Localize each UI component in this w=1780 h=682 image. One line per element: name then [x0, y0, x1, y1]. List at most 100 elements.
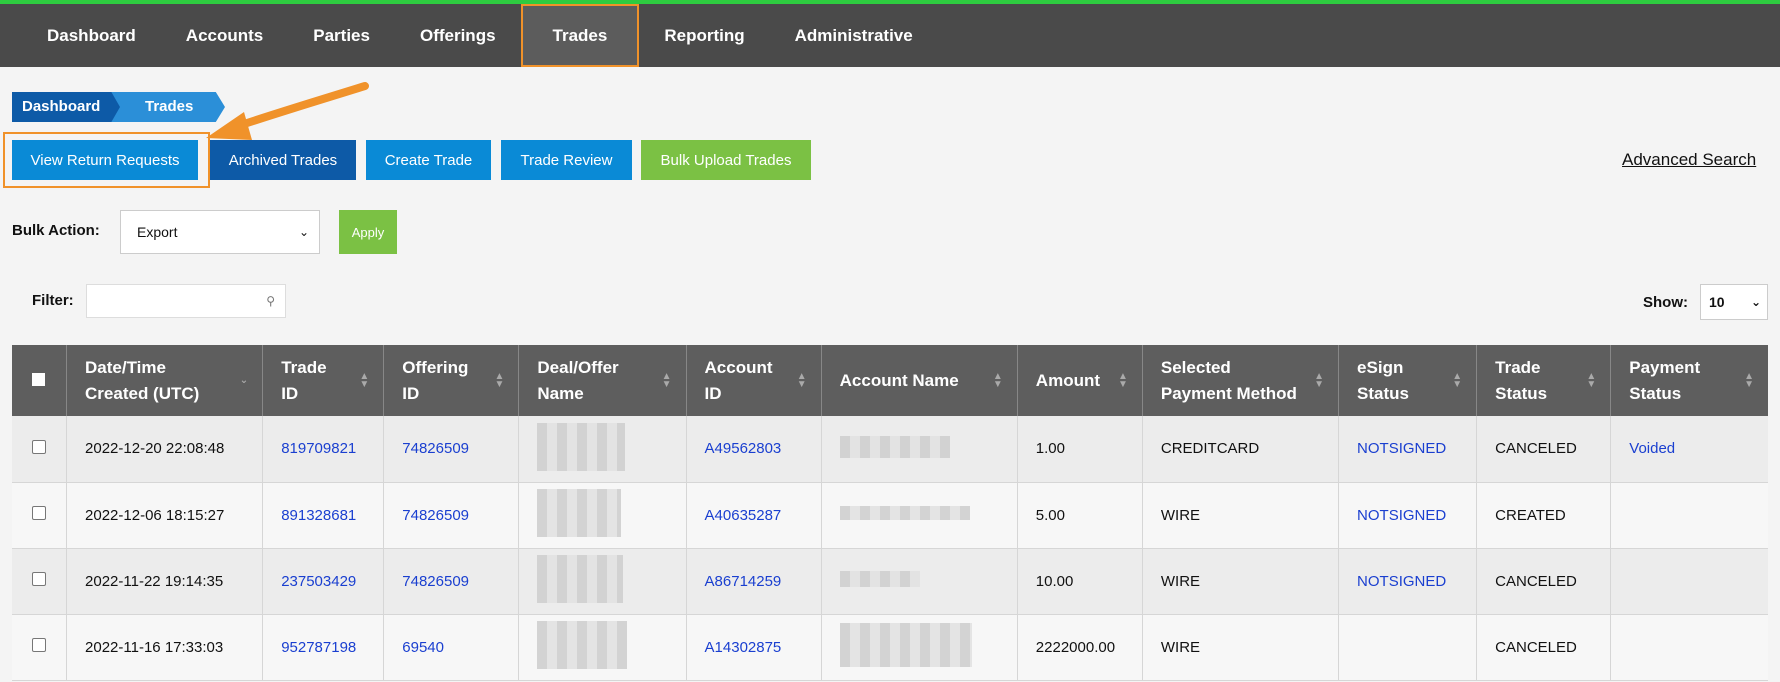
sort-icon: ▲ ▼ — [494, 370, 505, 390]
archived-trades-button[interactable]: Archived Trades — [210, 140, 356, 180]
cell-payment-status[interactable] — [1610, 482, 1768, 549]
cell-account-id[interactable]: A40635287 — [686, 482, 822, 549]
filter-label: Filter: — [32, 292, 74, 309]
header-date-created[interactable]: Date/Time Created (UTC) ⌄ — [66, 345, 264, 416]
create-trade-button[interactable]: Create Trade — [366, 140, 491, 180]
bulk-action-selected: Export — [137, 224, 178, 240]
table-row[interactable]: 2022-12-06 18:15:27 891328681 74826509 A… — [12, 482, 1768, 549]
header-payment-status[interactable]: Payment Status ▲ ▼ — [1610, 345, 1768, 416]
payment-status-link[interactable]: Voided — [1629, 440, 1675, 457]
account-id-link[interactable]: A14302875 — [705, 639, 782, 656]
cell-payment-status[interactable] — [1610, 548, 1768, 615]
cell-account-id[interactable]: A49562803 — [686, 416, 822, 483]
cell-esign[interactable]: NOTSIGNED — [1338, 548, 1478, 615]
bulk-action-label: Bulk Action: — [12, 222, 100, 239]
advanced-search-link[interactable]: Advanced Search — [1622, 150, 1756, 170]
sort-icon: ▲ ▼ — [1744, 370, 1754, 390]
header-payment-method[interactable]: Selected Payment Method ▲ ▼ — [1142, 345, 1340, 416]
table-row[interactable]: 2022-11-16 17:33:03 952787198 69540 A143… — [12, 614, 1768, 681]
nav-administrative[interactable]: Administrative — [770, 4, 938, 67]
cell-offering-id[interactable]: 74826509 — [383, 416, 520, 483]
esign-status-link[interactable]: NOTSIGNED — [1357, 440, 1446, 457]
table-header-row: Date/Time Created (UTC) ⌄ Trade ID ▲ ▼ Offeri… — [12, 345, 1768, 416]
row-checkbox[interactable] — [32, 439, 46, 454]
nav-accounts[interactable]: Accounts — [161, 4, 288, 67]
offering-id-link[interactable]: 74826509 — [402, 440, 469, 457]
offering-id-link[interactable]: 69540 — [402, 639, 444, 656]
cell-offering-id[interactable]: 74826509 — [383, 548, 520, 615]
row-select[interactable] — [12, 548, 68, 615]
cell-payment-status[interactable]: Voided — [1610, 416, 1768, 483]
trade-id-link[interactable]: 891328681 — [281, 507, 356, 524]
show-label: Show: — [1643, 294, 1688, 311]
breadcrumb-dashboard[interactable]: Dashboard — [12, 92, 120, 122]
cell-payment-method: WIRE — [1142, 482, 1340, 549]
trade-id-link[interactable]: 952787198 — [281, 639, 356, 656]
offering-id-link[interactable]: 74826509 — [402, 573, 469, 590]
redacted-block — [839, 623, 972, 667]
header-deal-offer-name[interactable]: Deal/Offer Name ▲ ▼ — [518, 345, 687, 416]
cell-trade-id[interactable]: 237503429 — [262, 548, 385, 615]
nav-trades[interactable]: Trades — [520, 4, 640, 67]
row-checkbox[interactable] — [32, 638, 46, 652]
trade-id-link[interactable]: 237503429 — [281, 573, 356, 590]
cell-esign[interactable]: NOTSIGNED — [1338, 416, 1478, 483]
row-checkbox[interactable] — [32, 572, 46, 586]
header-trade-status[interactable]: Trade Status ▲ ▼ — [1476, 345, 1612, 416]
row-select[interactable] — [12, 416, 68, 483]
header-trade-id[interactable]: Trade ID ▲ ▼ — [262, 345, 385, 416]
offering-id-link[interactable]: 74826509 — [402, 507, 469, 524]
esign-status-link[interactable]: NOTSIGNED — [1357, 507, 1446, 524]
cell-account-name — [821, 548, 1018, 615]
redacted-block — [537, 555, 624, 603]
cell-amount: 5.00 — [1017, 482, 1143, 549]
account-id-link[interactable]: A40635287 — [705, 507, 782, 524]
table-row[interactable]: 2022-11-22 19:14:35 237503429 74826509 A… — [12, 548, 1768, 615]
account-id-link[interactable]: A49562803 — [705, 440, 782, 457]
header-esign-status[interactable]: eSign Status ▲ ▼ — [1338, 345, 1478, 416]
show-select[interactable]: 10 ⌄ — [1700, 284, 1768, 320]
search-icon: ⚲ — [266, 294, 275, 308]
header-offering-id[interactable]: Offering ID ▲ ▼ — [383, 345, 520, 416]
header-select-all[interactable] — [12, 345, 68, 416]
row-select[interactable] — [12, 614, 68, 681]
header-amount[interactable]: Amount ▲ ▼ — [1017, 345, 1143, 416]
chevron-down-icon: ⌄ — [298, 225, 309, 239]
bulk-upload-trades-button[interactable]: Bulk Upload Trades — [641, 140, 811, 180]
cell-account-id[interactable]: A86714259 — [686, 548, 822, 615]
nav-reporting[interactable]: Reporting — [639, 4, 769, 67]
row-select[interactable] — [12, 482, 68, 549]
cell-trade-id[interactable]: 891328681 — [262, 482, 385, 549]
cell-amount: 2222000.00 — [1017, 614, 1143, 681]
sort-icon: ▲ ▼ — [796, 370, 807, 390]
nav-dashboard[interactable]: Dashboard — [22, 4, 161, 67]
bulk-action-select[interactable]: Export ⌄ — [120, 210, 320, 254]
cell-esign[interactable]: NOTSIGNED — [1338, 482, 1478, 549]
sort-icon: ⌄ — [239, 374, 249, 386]
filter-input[interactable]: ⚲ — [86, 284, 286, 318]
cell-payment-status[interactable] — [1610, 614, 1768, 681]
nav-parties[interactable]: Parties — [288, 4, 395, 67]
nav-offerings[interactable]: Offerings — [395, 4, 521, 67]
cell-offering-id[interactable]: 74826509 — [383, 482, 520, 549]
esign-status-link[interactable]: NOTSIGNED — [1357, 573, 1446, 590]
cell-trade-status: CANCELED — [1476, 548, 1612, 615]
redacted-block — [537, 489, 622, 537]
cell-account-id[interactable]: A14302875 — [686, 614, 822, 681]
redacted-block — [839, 571, 920, 587]
account-id-link[interactable]: A86714259 — [705, 573, 782, 590]
trade-id-link[interactable]: 819709821 — [281, 440, 356, 457]
header-account-id[interactable]: Account ID ▲ ▼ — [686, 345, 822, 416]
table-row[interactable]: 2022-12-20 22:08:48 819709821 74826509 A… — [12, 416, 1768, 483]
cell-trade-id[interactable]: 952787198 — [262, 614, 385, 681]
apply-button[interactable]: Apply — [339, 210, 397, 254]
view-return-requests-button[interactable]: View Return Requests — [12, 140, 198, 180]
cell-trade-id[interactable]: 819709821 — [262, 416, 385, 483]
row-checkbox[interactable] — [32, 506, 46, 520]
cell-offering-id[interactable]: 69540 — [383, 614, 520, 681]
cell-deal-name — [518, 614, 687, 681]
header-account-name[interactable]: Account Name ▲ ▼ — [821, 345, 1018, 416]
select-all-checkbox[interactable] — [32, 372, 45, 386]
cell-esign[interactable] — [1338, 614, 1478, 681]
trade-review-button[interactable]: Trade Review — [501, 140, 632, 180]
